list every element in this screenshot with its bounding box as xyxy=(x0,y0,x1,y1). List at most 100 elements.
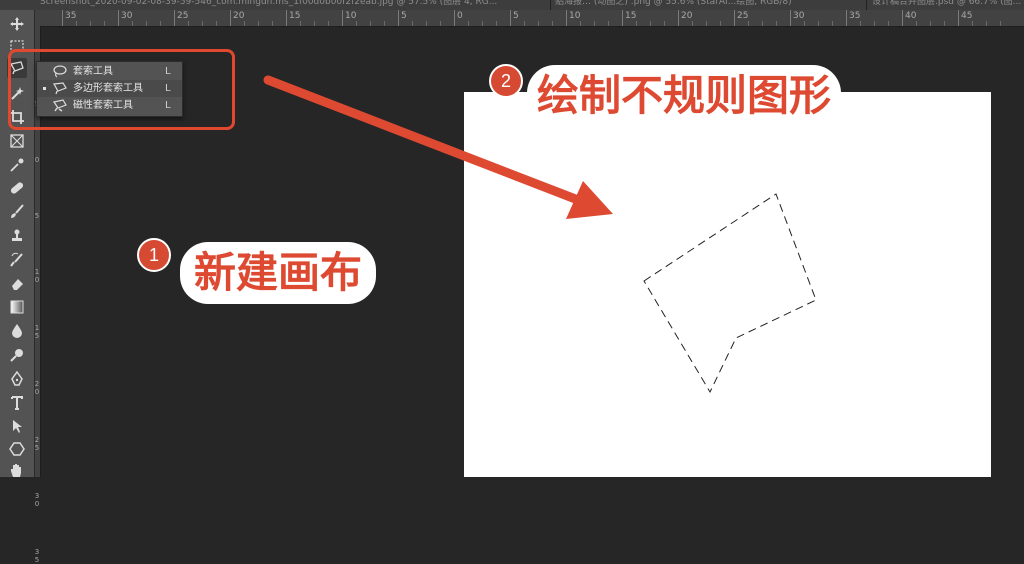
brush-tool[interactable] xyxy=(7,202,27,222)
document-tab-2[interactable]: 贴海报… (动图之) .png @ 55.6% (StarAI...绘图, RG… xyxy=(555,0,855,9)
eyedropper-tool[interactable] xyxy=(7,155,27,175)
blur-tool-icon xyxy=(12,324,22,338)
tool-highlight-box xyxy=(8,49,235,130)
move-tool[interactable] xyxy=(7,14,27,34)
ruler-minor-tick xyxy=(328,21,329,26)
ruler-tick-label: 25 xyxy=(737,11,749,21)
ruler-minor-tick xyxy=(538,21,539,26)
ruler-minor-tick xyxy=(804,21,805,26)
clone-stamp-tool[interactable] xyxy=(7,226,27,246)
ruler-minor-tick xyxy=(440,21,441,26)
history-brush-tool[interactable] xyxy=(7,250,27,270)
ruler-major-tick xyxy=(398,10,399,26)
ruler-minor-tick xyxy=(552,21,553,26)
healing-brush-tool[interactable] xyxy=(7,178,27,198)
ruler-major-tick xyxy=(734,10,735,26)
ruler-tick-label: 10 xyxy=(569,11,581,21)
ruler-minor-tick xyxy=(888,21,889,26)
eraser-tool-icon xyxy=(12,279,23,290)
step-1-callout: 新建画布 xyxy=(180,242,377,304)
ruler-tick-label: 30 xyxy=(793,11,805,21)
path-selection-tool-icon xyxy=(13,420,22,433)
document-tab-3[interactable]: 设计稿合并图层.psd @ 66.7% (图... xyxy=(872,0,1024,9)
pen-tool[interactable] xyxy=(7,369,27,389)
ruler-minor-tick xyxy=(468,21,469,26)
ruler-minor-tick xyxy=(972,21,973,26)
blur-tool[interactable] xyxy=(7,321,27,341)
ruler-major-tick xyxy=(902,10,903,26)
ruler-tick-label: 20 xyxy=(681,11,693,21)
polygonal-selection-marquee xyxy=(643,193,817,394)
ruler-tick-label: 35 xyxy=(65,11,77,21)
ruler-minor-tick xyxy=(160,21,161,26)
path-selection-tool[interactable] xyxy=(7,416,27,436)
ruler-minor-tick xyxy=(524,21,525,26)
ruler-minor-tick xyxy=(874,21,875,26)
document-tab-bar: Screenshot_2020-09-02-08-39-59-546_com.m… xyxy=(0,0,1024,10)
ruler-minor-tick xyxy=(916,21,917,26)
ruler-minor-tick xyxy=(720,21,721,26)
ruler-minor-tick xyxy=(356,21,357,26)
ruler-minor-tick xyxy=(860,21,861,26)
ruler-minor-tick xyxy=(930,21,931,26)
ruler-minor-tick xyxy=(580,21,581,26)
ruler-minor-tick xyxy=(370,21,371,26)
pen-tool-icon xyxy=(11,371,23,386)
ruler-tick-label: 35 xyxy=(849,11,861,21)
gradient-tool-icon xyxy=(10,300,24,314)
frame-tool[interactable] xyxy=(7,131,27,151)
horizontal-ruler[interactable]: 35 30 25 20 15 10 5 0 5 10 15 20 25 30 35 40 45 xyxy=(40,10,1024,27)
hand-tool[interactable] xyxy=(7,460,27,480)
ruler-minor-tick xyxy=(692,21,693,26)
hand-tool-icon xyxy=(11,464,21,477)
ruler-major-tick xyxy=(286,10,287,26)
ruler-major-tick xyxy=(510,10,511,26)
ruler-major-tick xyxy=(342,10,343,26)
ruler-minor-tick xyxy=(482,21,483,26)
ruler-minor-tick xyxy=(748,21,749,26)
ruler-major-tick xyxy=(230,10,231,26)
ruler-minor-tick xyxy=(636,21,637,26)
ruler-minor-tick xyxy=(944,21,945,26)
ruler-minor-tick xyxy=(986,21,987,26)
ruler-minor-tick xyxy=(594,21,595,26)
ruler-tick-label: 3 0 xyxy=(34,492,40,508)
eyedropper-tool-icon xyxy=(10,158,24,172)
ruler-minor-tick xyxy=(664,21,665,26)
healing-brush-tool-icon xyxy=(10,182,24,194)
ruler-minor-tick xyxy=(90,21,91,26)
document-tab-1[interactable]: Screenshot_2020-09-02-08-39-59-546_com.m… xyxy=(40,0,510,9)
ruler-major-tick xyxy=(118,10,119,26)
ruler-major-tick xyxy=(958,10,959,26)
ruler-minor-tick xyxy=(762,21,763,26)
document-canvas[interactable] xyxy=(464,92,991,477)
ruler-minor-tick xyxy=(706,21,707,26)
history-brush-tool-icon xyxy=(10,252,23,267)
step-1-badge: 1 xyxy=(137,238,171,272)
step-2-badge: 2 xyxy=(489,64,523,98)
ruler-minor-tick xyxy=(104,21,105,26)
dodge-tool[interactable] xyxy=(7,345,27,365)
type-tool[interactable] xyxy=(7,393,27,413)
gradient-tool[interactable] xyxy=(7,297,27,317)
ruler-minor-tick xyxy=(384,21,385,26)
ruler-major-tick xyxy=(174,10,175,26)
eraser-tool[interactable] xyxy=(7,274,27,294)
type-tool-icon xyxy=(11,396,23,410)
ruler-minor-tick xyxy=(412,21,413,26)
ruler-tick-label: 15 xyxy=(289,11,301,21)
ruler-major-tick xyxy=(62,10,63,26)
brush-tool-icon xyxy=(11,204,24,218)
ruler-major-tick xyxy=(790,10,791,26)
ruler-minor-tick xyxy=(608,21,609,26)
ruler-tick-label: 0 xyxy=(457,11,463,21)
ruler-tick-label: 30 xyxy=(121,11,133,21)
ruler-minor-tick xyxy=(818,21,819,26)
move-tool-icon xyxy=(10,17,24,31)
ruler-major-tick xyxy=(846,10,847,26)
frame-tool-icon xyxy=(10,134,24,148)
ruler-tick-label: 40 xyxy=(905,11,917,21)
ruler-major-tick xyxy=(622,10,623,26)
shape-tool[interactable] xyxy=(7,439,27,459)
ruler-minor-tick xyxy=(216,21,217,26)
